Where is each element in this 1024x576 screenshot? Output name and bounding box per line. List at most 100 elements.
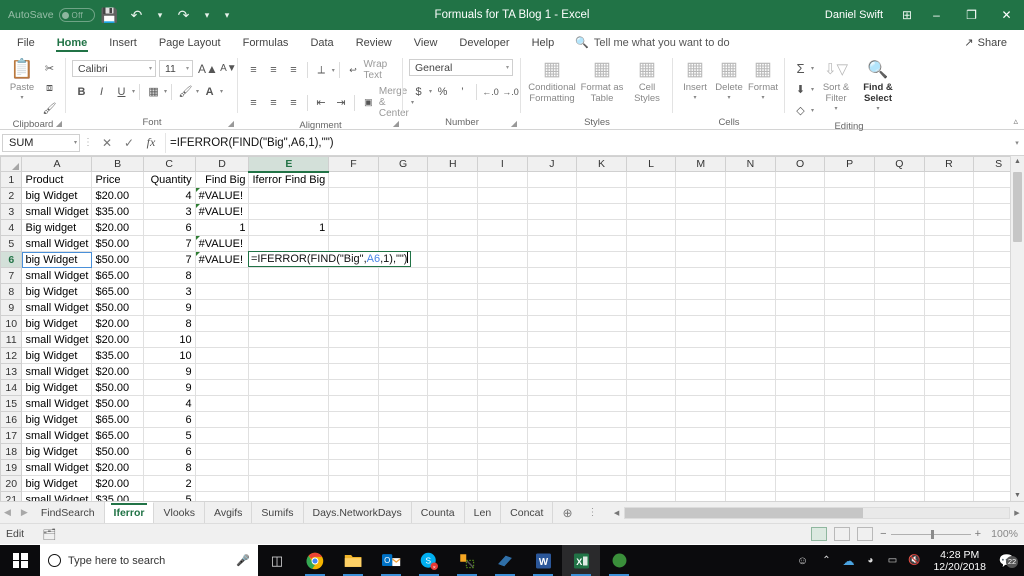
cell-P16[interactable] [824,411,875,428]
cell-P4[interactable] [824,219,875,236]
cell-R8[interactable] [924,283,975,300]
cell-I2[interactable] [477,187,528,204]
cell-P21[interactable] [824,491,875,501]
autosave-toggle[interactable]: AutoSave Off [8,8,95,22]
cell-D9[interactable] [195,299,250,316]
formula-input[interactable]: =IFERROR(FIND("Big",A6,1),"") [165,132,1010,153]
cell-I12[interactable] [477,347,528,364]
cell-N5[interactable] [725,235,776,252]
undo-dropdown-icon[interactable]: ▾ [152,4,169,26]
fill-color-icon[interactable]: 🖌 [176,82,195,101]
cell-A21[interactable]: small Widget [21,491,93,501]
cell-H10[interactable] [427,315,479,332]
underline-dropdown-icon[interactable]: ▾ [132,88,135,95]
copy-icon[interactable]: ⧈ [40,79,59,98]
cell-O16[interactable] [775,411,826,428]
wrap-text-label[interactable]: Wrap Text [364,59,397,81]
cell-I15[interactable] [477,395,528,412]
cell-G20[interactable] [378,475,429,492]
cell-E4[interactable]: 1 [248,219,330,236]
cell-I5[interactable] [477,235,528,252]
cell-C5[interactable]: 7 [143,235,196,252]
cell-M20[interactable] [675,475,727,492]
sheet-tab-iferror[interactable]: Iferror [104,502,155,523]
cell-N12[interactable] [725,347,776,364]
row-header-18[interactable]: 18 [0,443,23,460]
cell-C14[interactable]: 9 [143,379,196,396]
redo-icon[interactable]: ↷ [172,4,196,26]
cell-N20[interactable] [725,475,776,492]
cell-G8[interactable] [378,283,429,300]
maximize-button[interactable]: ❐ [954,0,989,30]
cell-F11[interactable] [328,331,379,348]
cell-I4[interactable] [477,219,528,236]
tab-developer[interactable]: Developer [448,35,520,52]
cell-D12[interactable] [195,347,250,364]
cell-O13[interactable] [775,363,826,380]
tab-view[interactable]: View [403,35,449,52]
cell-C7[interactable]: 8 [143,267,196,284]
row-header-11[interactable]: 11 [0,331,23,348]
cell-N1[interactable] [725,171,776,188]
align-left-icon[interactable]: ≡ [244,93,263,112]
cell-I13[interactable] [477,363,528,380]
cell-B9[interactable]: $50.00 [91,299,144,316]
delete-cells-dropdown-icon[interactable]: ▾ [727,94,730,101]
cell-M2[interactable] [675,187,727,204]
cell-F12[interactable] [328,347,379,364]
cell-D7[interactable] [195,267,250,284]
battery-icon[interactable]: ▭ [881,555,903,566]
insert-function-icon[interactable]: fx [140,133,162,153]
cell-G2[interactable] [378,187,429,204]
tab-formulas[interactable]: Formulas [232,35,300,52]
cell-A17[interactable]: small Widget [21,427,93,444]
align-middle-icon[interactable]: ≡ [264,61,283,80]
row-header-10[interactable]: 10 [0,315,23,332]
cell-M16[interactable] [675,411,727,428]
cut-icon[interactable]: ✂ [40,59,59,78]
cell-Q4[interactable] [874,219,925,236]
font-name-dropdown-icon[interactable]: ▾ [146,65,152,72]
cell-N19[interactable] [725,459,776,476]
minimize-button[interactable]: – [919,0,954,30]
column-header-C[interactable]: C [142,156,196,172]
cell-G1[interactable] [378,171,429,188]
cell-G19[interactable] [378,459,429,476]
cell-L6[interactable] [626,251,677,268]
sheet-tab-vlooks[interactable]: Vlooks [154,502,205,523]
chrome-taskbar-icon[interactable] [296,545,334,576]
cell-O4[interactable] [775,219,826,236]
cell-Q7[interactable] [874,267,925,284]
cell-P15[interactable] [824,395,875,412]
autosum-icon[interactable]: Σ [791,59,810,78]
cell-P5[interactable] [824,235,875,252]
cell-A14[interactable]: big Widget [21,379,93,396]
cell-R12[interactable] [924,347,975,364]
cell-N8[interactable] [725,283,776,300]
cell-M10[interactable] [675,315,727,332]
cell-L5[interactable] [626,235,677,252]
cell-P8[interactable] [824,283,875,300]
cell-D8[interactable] [195,283,250,300]
cell-G16[interactable] [378,411,429,428]
undo-icon[interactable]: ↶ [125,4,149,26]
decrease-font-size-icon[interactable]: A▼ [219,59,238,78]
row-header-14[interactable]: 14 [0,379,23,396]
cell-Q13[interactable] [874,363,925,380]
cell-F21[interactable] [328,491,379,501]
cell-G9[interactable] [378,299,429,316]
cell-R5[interactable] [924,235,975,252]
cell-J7[interactable] [527,267,578,284]
cell-C19[interactable]: 8 [143,459,196,476]
cell-D20[interactable] [195,475,250,492]
task-view-icon[interactable]: ◫ [258,545,296,576]
cell-A2[interactable]: big Widget [21,187,93,204]
cell-C4[interactable]: 6 [143,219,196,236]
cell-J2[interactable] [527,187,578,204]
page-layout-view-icon[interactable] [834,527,851,541]
cell-O11[interactable] [775,331,826,348]
cell-K1[interactable] [576,171,627,188]
cell-I1[interactable] [477,171,528,188]
cell-G21[interactable] [378,491,429,501]
borders-dropdown-icon[interactable]: ▾ [164,88,167,95]
